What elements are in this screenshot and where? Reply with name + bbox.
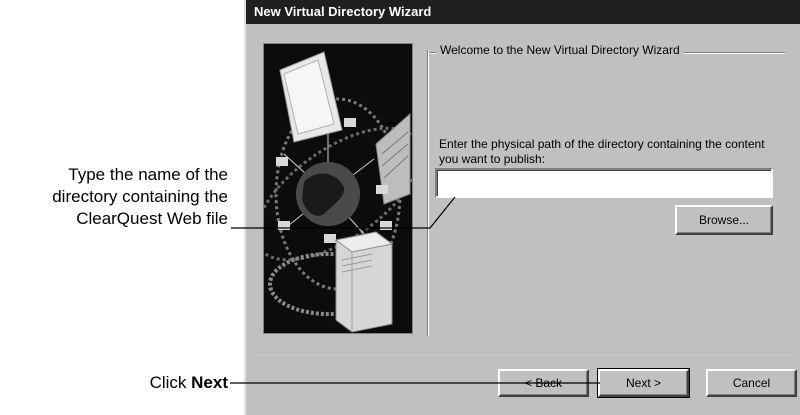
leader-line-directory: [231, 196, 456, 229]
callout-leader-lines: [230, 196, 600, 384]
